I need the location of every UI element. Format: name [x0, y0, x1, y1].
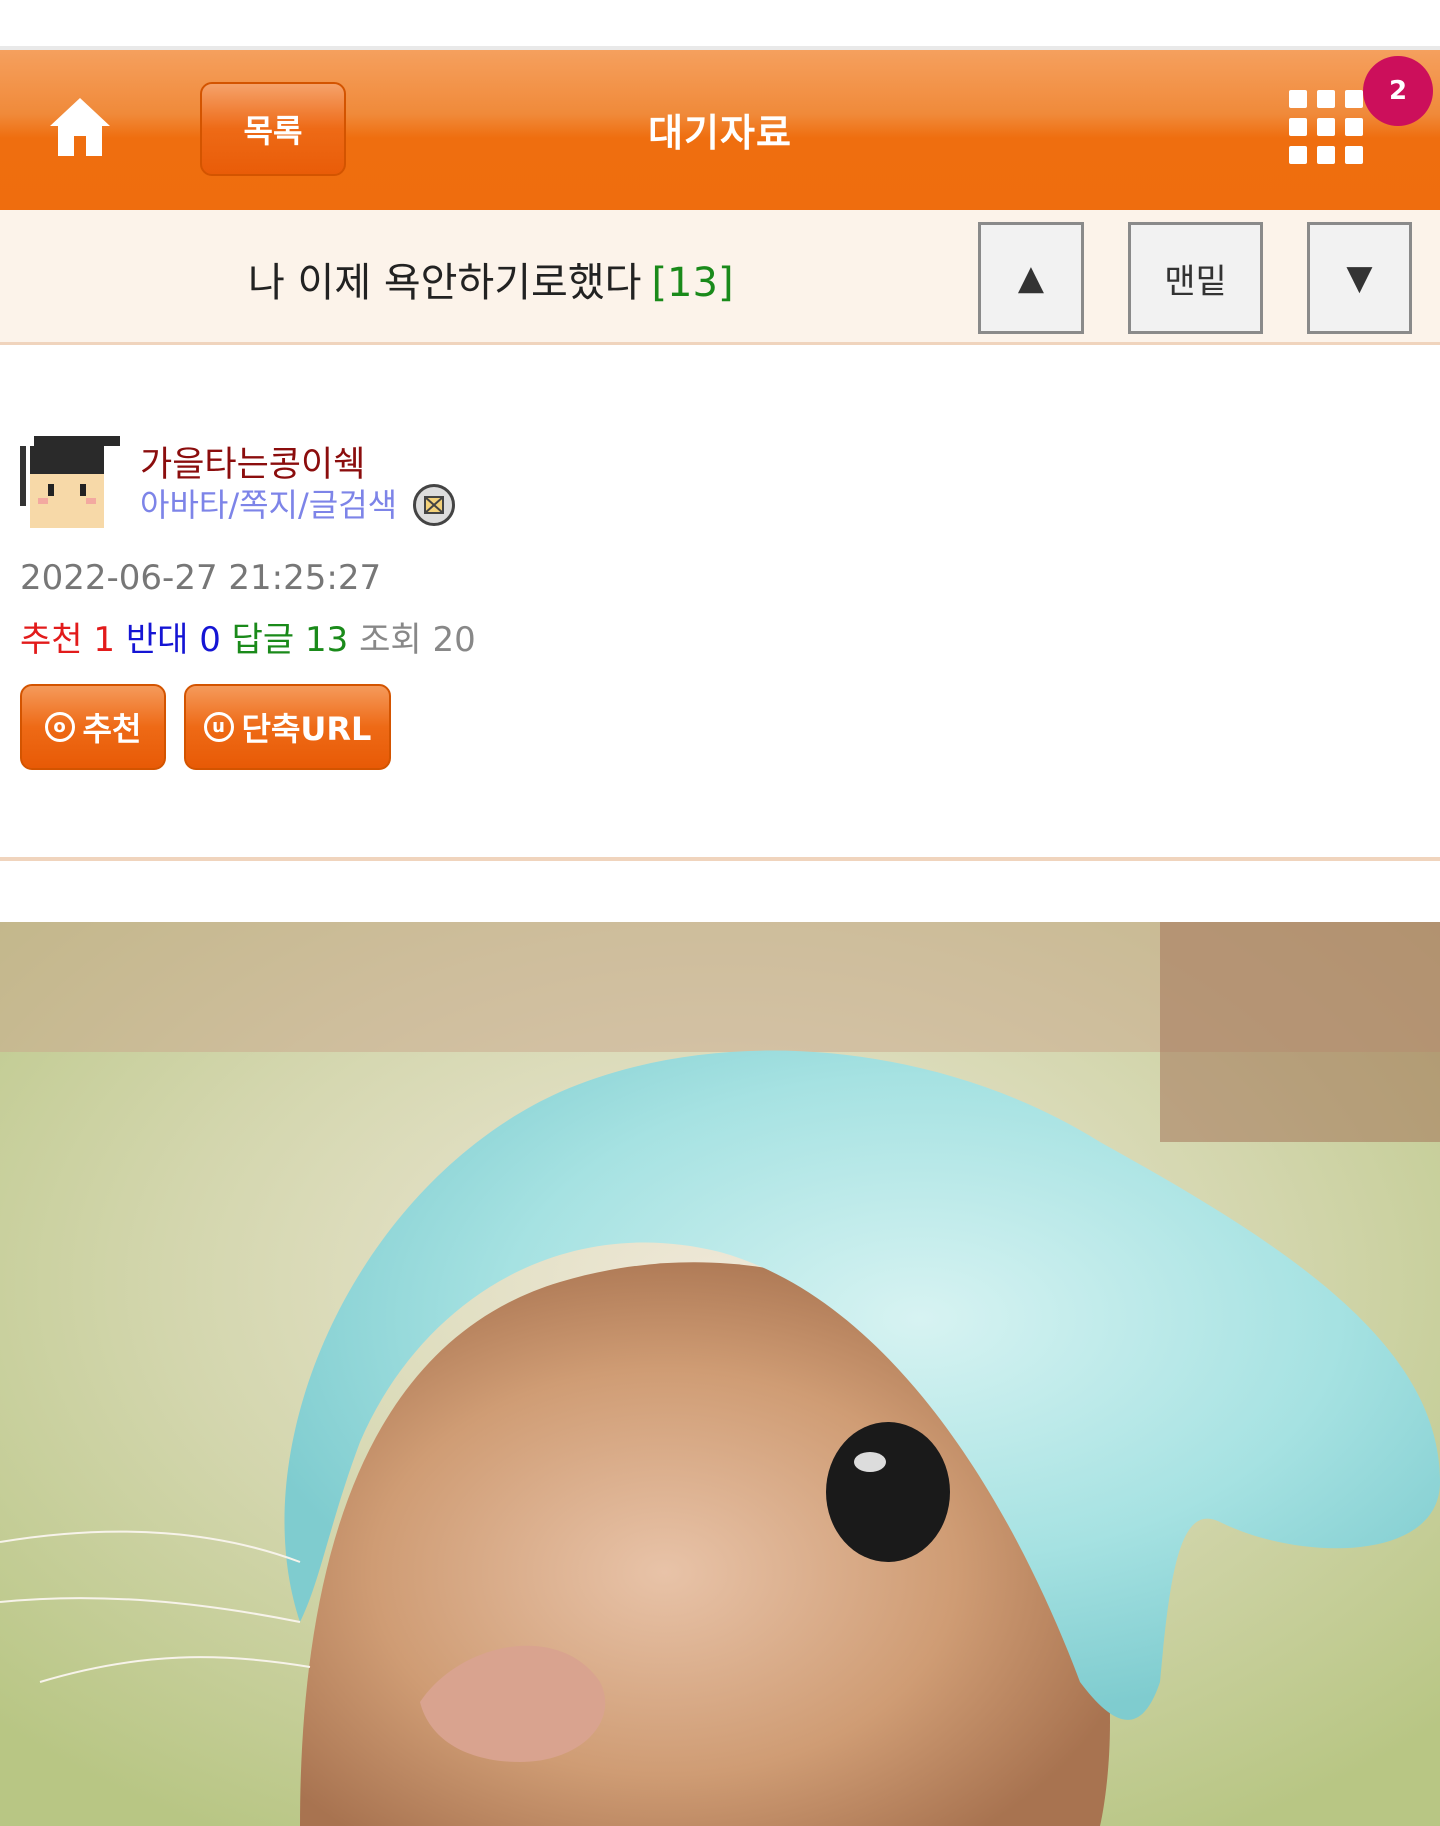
author-links[interactable]: 아바타/쪽지/글검색	[140, 480, 397, 526]
grid-menu-button[interactable]	[1285, 86, 1369, 170]
recommend-label: 추천	[20, 620, 83, 660]
notification-badge[interactable]: 2	[1363, 56, 1433, 126]
post-datetime: 2022-06-27 21:25:27	[20, 558, 382, 598]
triangle-up-icon: ▲	[1017, 258, 1045, 298]
view-count: 20	[432, 620, 476, 660]
recommend-button-label: 추천	[82, 710, 142, 748]
short-url-button[interactable]: u 단축URL	[184, 684, 391, 770]
site-header: 목록 대기자료 2	[0, 50, 1440, 210]
page-title: 대기자료	[648, 111, 792, 155]
view-label: 조회	[359, 620, 422, 660]
short-url-button-label: 단축URL	[241, 710, 372, 748]
post-title-text: 나 이제 욕안하기로했다	[248, 260, 642, 306]
graduate-avatar-icon	[20, 430, 120, 530]
post-stats: 추천 1 반대 0 답글 13 조회 20	[20, 612, 476, 661]
section-divider	[0, 857, 1440, 861]
post-image-rabbit	[0, 922, 1440, 1826]
next-post-button[interactable]: ▼	[1307, 222, 1412, 334]
post-title[interactable]: 나 이제 욕안하기로했다 [13]	[248, 250, 734, 308]
post-title-bar: 나 이제 욕안하기로했다 [13] ▲ 맨밑 ▼	[0, 210, 1440, 345]
go-bottom-button[interactable]: 맨밑	[1128, 222, 1263, 334]
post-reply-count: [13]	[651, 260, 734, 306]
rabbit-photo	[0, 922, 1440, 1826]
recommend-button[interactable]: o 추천	[20, 684, 166, 770]
recommend-circle-icon: o	[44, 712, 75, 742]
reply-label: 답글	[231, 620, 295, 660]
avatar[interactable]	[20, 430, 120, 530]
envelope-icon[interactable]	[413, 484, 455, 526]
reply-count: 13	[305, 620, 349, 660]
prev-post-button[interactable]: ▲	[978, 222, 1084, 334]
triangle-down-icon: ▼	[1346, 258, 1373, 298]
url-circle-icon: u	[203, 712, 234, 742]
oppose-count: 0	[199, 620, 221, 660]
oppose-label: 반대	[125, 620, 189, 660]
top-status-strip	[0, 0, 1440, 50]
recommend-count: 1	[93, 620, 116, 660]
